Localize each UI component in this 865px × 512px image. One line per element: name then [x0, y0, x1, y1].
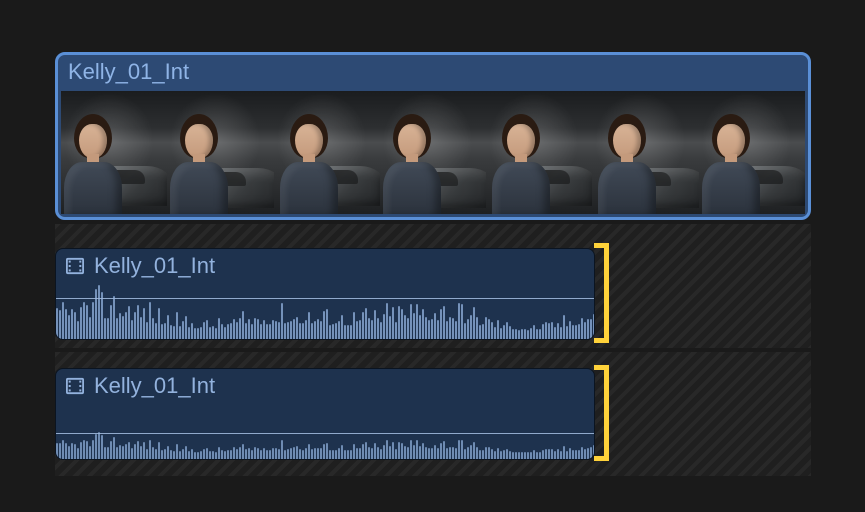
audio-clip[interactable]: Kelly_01_Int	[55, 368, 595, 460]
trim-handle-right[interactable]	[594, 365, 609, 461]
audio-clip[interactable]: Kelly_01_Int	[55, 248, 595, 340]
video-thumbnail-strip	[61, 91, 805, 214]
audio-clip-title: Kelly_01_Int	[94, 373, 215, 399]
video-clip-title: Kelly_01_Int	[68, 59, 189, 85]
video-thumbnail	[592, 91, 698, 214]
filmstrip-icon	[64, 257, 86, 275]
video-thumbnail	[380, 91, 486, 214]
video-clip[interactable]: Kelly_01_Int	[55, 52, 811, 220]
video-thumbnail	[61, 91, 167, 214]
video-thumbnail	[699, 91, 805, 214]
timeline-canvas: Kelly_01_Int	[0, 0, 865, 512]
audio-clip-title: Kelly_01_Int	[94, 253, 215, 279]
audio-waveform	[56, 279, 594, 339]
audio-waveform	[56, 423, 594, 459]
audio-level-line[interactable]	[56, 433, 594, 434]
audio-level-line[interactable]	[56, 298, 594, 299]
video-thumbnail	[167, 91, 273, 214]
filmstrip-icon	[64, 377, 86, 395]
video-thumbnail	[486, 91, 592, 214]
trim-handle-right[interactable]	[594, 243, 609, 343]
video-thumbnail	[274, 91, 380, 214]
